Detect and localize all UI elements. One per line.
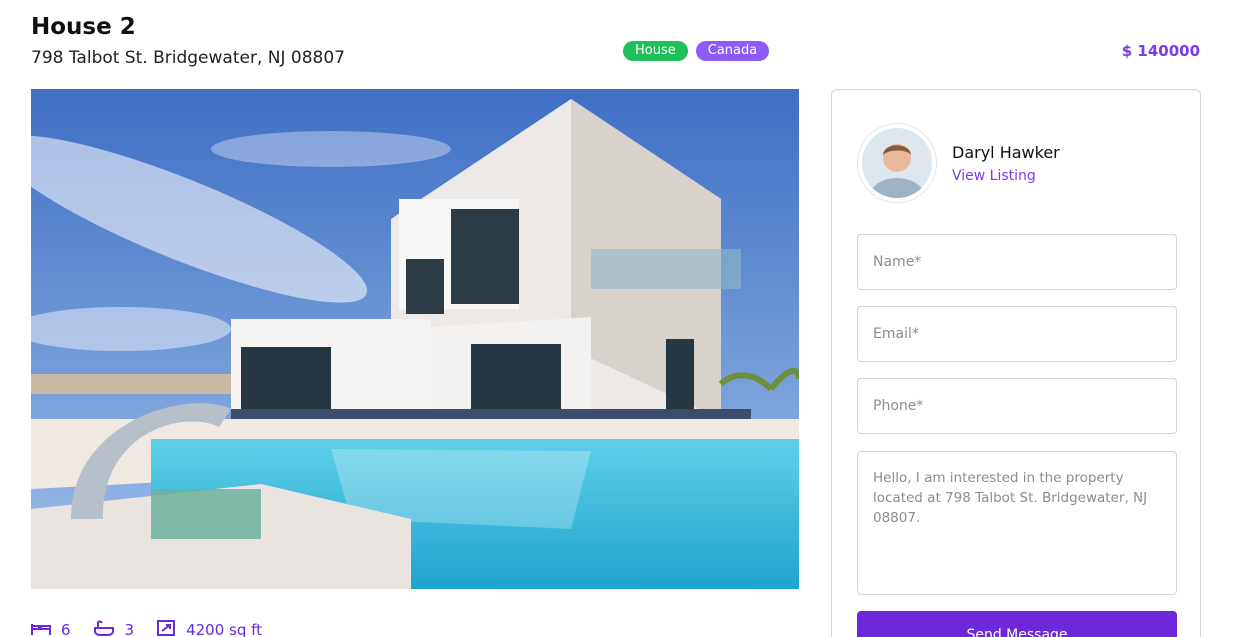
name-field[interactable] bbox=[857, 234, 1177, 290]
listing-address: 798 Talbot St. Bridgewater, NJ 08807 bbox=[31, 48, 345, 68]
listing-price: $ 140000 bbox=[1121, 42, 1200, 60]
stat-baths-value: 3 bbox=[124, 621, 135, 637]
email-field[interactable] bbox=[857, 306, 1177, 362]
tag-house[interactable]: House bbox=[623, 41, 688, 61]
stat-beds-value: 6 bbox=[61, 621, 71, 637]
stat-area: 4200 sq ft bbox=[156, 620, 262, 637]
listing-stats: 6 3 4200 sq ft bbox=[31, 620, 262, 637]
message-field[interactable]: Hello, I am interested in the property l… bbox=[857, 451, 1177, 595]
listing-tags: House Canada bbox=[623, 41, 770, 61]
stat-baths: 3 bbox=[93, 620, 135, 637]
tag-country[interactable]: Canada bbox=[695, 41, 770, 61]
stat-area-value: 4200 sq ft bbox=[186, 621, 263, 637]
property-photo bbox=[31, 89, 799, 589]
phone-field[interactable] bbox=[857, 378, 1177, 434]
agent-name: Daryl Hawker bbox=[952, 142, 1060, 162]
listing-title: House 2 bbox=[31, 14, 136, 40]
view-listing-link[interactable]: View Listing bbox=[952, 168, 1060, 184]
stat-beds: 6 bbox=[31, 620, 71, 637]
bed-icon bbox=[31, 620, 51, 637]
avatar bbox=[858, 124, 936, 202]
area-icon bbox=[156, 620, 176, 637]
send-message-button[interactable]: Send Message bbox=[857, 611, 1177, 637]
contact-card: Daryl Hawker View Listing Hello, I am in… bbox=[831, 89, 1201, 637]
bath-icon bbox=[93, 620, 115, 637]
agent-info: Daryl Hawker View Listing bbox=[858, 124, 1060, 202]
